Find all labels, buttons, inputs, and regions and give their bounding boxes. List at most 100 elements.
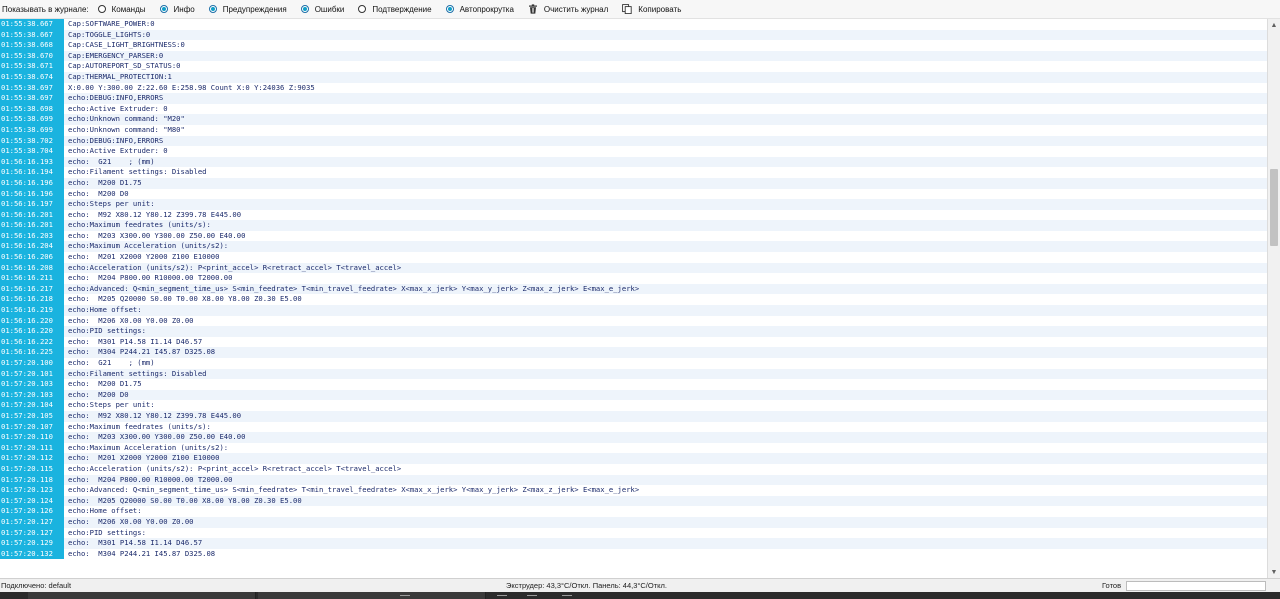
log-scrollbar[interactable]: ▲ ▼	[1267, 19, 1280, 578]
log-row[interactable]: 01:57:20.132 echo: M304 P244.21 I45.87 D3…	[0, 548, 1267, 560]
log-row[interactable]: 01:55:38.667 Cap:TOGGLE_LIGHTS:0	[0, 29, 1267, 41]
log-row[interactable]: 01:57:20.110 echo: M203 X300.00 Y300.00 Z…	[0, 432, 1267, 443]
log-row[interactable]: 01:57:20.124 echo: M205 Q20000 S0.00 T0.0…	[0, 495, 1267, 507]
log-row[interactable]: 01:57:20.129 echo: M301 P14.58 I1.14 D46.…	[0, 538, 1267, 549]
log-timestamp: 01:57:20.110	[0, 432, 64, 443]
log-list[interactable]: 01:55:38.667 Cap:SOFTWARE_POWER:0 01:55:38…	[0, 19, 1267, 578]
log-message: echo: M200 D0	[64, 389, 1267, 401]
log-timestamp: 01:55:38.704	[0, 146, 64, 157]
radio-checked-icon	[159, 5, 168, 13]
log-timestamp: 01:56:16.222	[0, 336, 64, 348]
radio-icon	[358, 5, 367, 13]
log-row[interactable]: 01:57:20.127 echo: M206 X0.00 Y0.00 Z0.00	[0, 516, 1267, 528]
log-message: echo: M301 P14.58 I1.14 D46.57	[68, 336, 203, 346]
log-row[interactable]: 01:57:20.118 echo: M204 P800.00 R10000.00…	[0, 474, 1267, 486]
log-timestamp: 01:56:16.203	[0, 230, 64, 242]
log-row[interactable]: 01:56:16.204 echo:Maximum Acceleration (u…	[0, 241, 1267, 253]
connection-status: Подключено: default	[1, 581, 72, 590]
log-row[interactable]: 01:57:20.126 echo:Home offset:	[0, 506, 1267, 517]
log-timestamp: 01:57:20.123	[0, 485, 64, 496]
taskbar-button[interactable]	[258, 592, 486, 599]
log-row[interactable]: 01:55:38.698 echo:Active Extruder: 0	[0, 103, 1267, 115]
log-row[interactable]: 01:57:20.115 echo:Acceleration (units/s2)…	[0, 463, 1267, 475]
log-timestamp: 01:56:16.193	[0, 156, 64, 168]
log-row[interactable]: 01:55:38.697 echo:DEBUG:INFO,ERRORS	[0, 93, 1267, 104]
log-timestamp: 01:56:16.197	[0, 199, 64, 210]
log-row[interactable]: 01:57:20.104 echo:Steps per unit:	[0, 400, 1267, 411]
log-row[interactable]: 01:55:38.668 Cap:CASE_LIGHT_BRIGHTNESS:0	[0, 40, 1267, 51]
log-message: echo: M203 X300.00 Y300.00 Z50.00 E40.00	[64, 432, 1267, 443]
log-timestamp: 01:56:16.218	[0, 294, 64, 306]
log-timestamp: 01:57:20.118	[0, 474, 64, 486]
log-row[interactable]: 01:57:20.103 echo: M200 D1.75	[0, 379, 1267, 390]
log-timestamp: 01:55:38.674	[0, 71, 64, 83]
log-row[interactable]: 01:56:16.196 echo: M200 D1.75	[0, 177, 1267, 189]
log-row[interactable]: 01:57:20.123 echo:Advanced: Q<min_segment…	[0, 485, 1267, 496]
clear-log-button[interactable]: Очистить журнал	[528, 4, 608, 14]
clear-log-label: Очистить журнал	[543, 4, 609, 14]
log-message: echo:Steps per unit:	[68, 400, 155, 410]
copy-label: Копировать	[638, 4, 682, 14]
log-row[interactable]: 01:56:16.196 echo: M200 D0	[0, 188, 1267, 200]
log-row[interactable]: 01:56:16.219 echo:Home offset:	[0, 305, 1267, 316]
scrollbar-thumb[interactable]	[1270, 169, 1278, 246]
copy-button[interactable]: Копировать	[622, 4, 682, 15]
log-timestamp: 01:56:16.196	[0, 188, 64, 200]
log-row[interactable]: 01:55:38.699 echo:Unknown command: "M20"	[0, 114, 1267, 125]
log-row[interactable]: 01:56:16.201 echo: M92 X80.12 Y80.12 Z399…	[0, 209, 1267, 221]
log-row[interactable]: 01:56:16.218 echo: M205 Q20000 S0.00 T0.0…	[0, 294, 1267, 306]
filter-warnings[interactable]: Предупреждения	[208, 5, 287, 14]
log-row[interactable]: 01:56:16.220 echo:PID settings:	[0, 326, 1267, 337]
log-row[interactable]: 01:56:16.201 echo:Maximum feedrates (unit…	[0, 220, 1267, 231]
filter-commands[interactable]: Команды	[97, 5, 146, 14]
log-message: Cap:TOGGLE_LIGHTS:0	[64, 29, 1267, 41]
log-message: echo: M301 P14.58 I1.14 D46.57	[64, 538, 1267, 549]
show-in-log-label: Показывать в журнале:	[2, 4, 89, 14]
scroll-down-icon[interactable]: ▼	[1268, 566, 1280, 578]
log-row[interactable]: 01:55:38.674 Cap:THERMAL_PROTECTION:1	[0, 71, 1267, 83]
log-row[interactable]: 01:55:38.699 echo:Unknown command: "M80"	[0, 124, 1267, 136]
status-bar: Подключено: default Экструдер: 43,3°C/От…	[0, 578, 1280, 592]
log-row[interactable]: 01:57:20.100 echo: G21 ; (mm)	[0, 358, 1267, 369]
log-row[interactable]: 01:55:38.667 Cap:SOFTWARE_POWER:0	[0, 19, 1267, 30]
log-row[interactable]: 01:56:16.211 echo: M204 P800.00 R10000.00…	[0, 273, 1267, 284]
log-row[interactable]: 01:57:20.105 echo: M92 X80.12 Y80.12 Z399…	[0, 410, 1267, 422]
log-row[interactable]: 01:55:38.671 Cap:AUTOREPORT_SD_STATUS:0	[0, 61, 1267, 72]
log-row[interactable]: 01:56:16.206 echo: M201 X2000 Y2000 Z100 …	[0, 252, 1267, 263]
log-row[interactable]: 01:56:16.225 echo: M304 P244.21 I45.87 D3…	[0, 347, 1267, 358]
log-row[interactable]: 01:55:38.697 X:0.00 Y:300.00 Z:22.60 E:25…	[0, 82, 1267, 94]
log-timestamp: 01:55:38.702	[0, 135, 64, 147]
scroll-up-icon[interactable]: ▲	[1268, 19, 1280, 31]
log-timestamp: 01:57:20.107	[0, 421, 64, 433]
log-row[interactable]: 01:55:38.704 echo:Active Extruder: 0	[0, 146, 1267, 157]
filter-info[interactable]: Инфо	[159, 5, 195, 14]
log-row[interactable]: 01:57:20.107 echo:Maximum feedrates (unit…	[0, 421, 1267, 433]
log-timestamp: 01:57:20.115	[0, 463, 64, 475]
taskbar-button[interactable]	[28, 592, 256, 599]
log-timestamp: 01:57:20.112	[0, 453, 64, 464]
filter-acknowledgement[interactable]: Подтверждение	[358, 5, 432, 14]
log-row[interactable]: 01:55:38.670 Cap:EMERGENCY_PARSER:0	[0, 50, 1267, 62]
log-timestamp: 01:55:38.667	[0, 19, 64, 30]
log-row[interactable]: 01:57:20.112 echo: M201 X2000 Y2000 Z100 …	[0, 453, 1267, 464]
log-message: Cap:AUTOREPORT_SD_STATUS:0	[68, 61, 181, 71]
log-row[interactable]: 01:56:16.222 echo: M301 P14.58 I1.14 D46.…	[0, 336, 1267, 348]
filter-errors-label: Ошибки	[314, 4, 345, 14]
log-row[interactable]: 01:56:16.220 echo: M206 X0.00 Y0.00 Z0.00	[0, 315, 1267, 327]
log-timestamp: 01:57:20.103	[0, 379, 64, 390]
filter-errors[interactable]: Ошибки	[300, 4, 345, 14]
log-timestamp: 01:56:16.219	[0, 305, 64, 316]
log-row[interactable]: 01:56:16.197 echo:Steps per unit:	[0, 199, 1267, 210]
log-row[interactable]: 01:56:16.194 echo:Filament settings: Disa…	[0, 167, 1267, 178]
log-row[interactable]: 01:56:16.208 echo:Acceleration (units/s2)…	[0, 262, 1267, 274]
log-timestamp: 01:55:38.698	[0, 103, 64, 115]
log-row[interactable]: 01:57:20.103 echo: M200 D0	[0, 389, 1267, 401]
log-row[interactable]: 01:56:16.203 echo: M203 X300.00 Y300.00 Z…	[0, 230, 1267, 242]
log-row[interactable]: 01:55:38.702 echo:DEBUG:INFO,ERRORS	[0, 135, 1267, 147]
log-row[interactable]: 01:56:16.217 echo:Advanced: Q<min_segment…	[0, 283, 1267, 295]
log-row[interactable]: 01:57:20.111 echo:Maximum Acceleration (u…	[0, 442, 1267, 454]
log-row[interactable]: 01:56:16.193 echo: G21 ; (mm)	[0, 156, 1267, 168]
log-row[interactable]: 01:57:20.127 echo:PID settings:	[0, 527, 1267, 539]
log-row[interactable]: 01:57:20.101 echo:Filament settings: Disa…	[0, 368, 1267, 380]
filter-autoscroll[interactable]: Автопрокрутка	[445, 5, 514, 14]
